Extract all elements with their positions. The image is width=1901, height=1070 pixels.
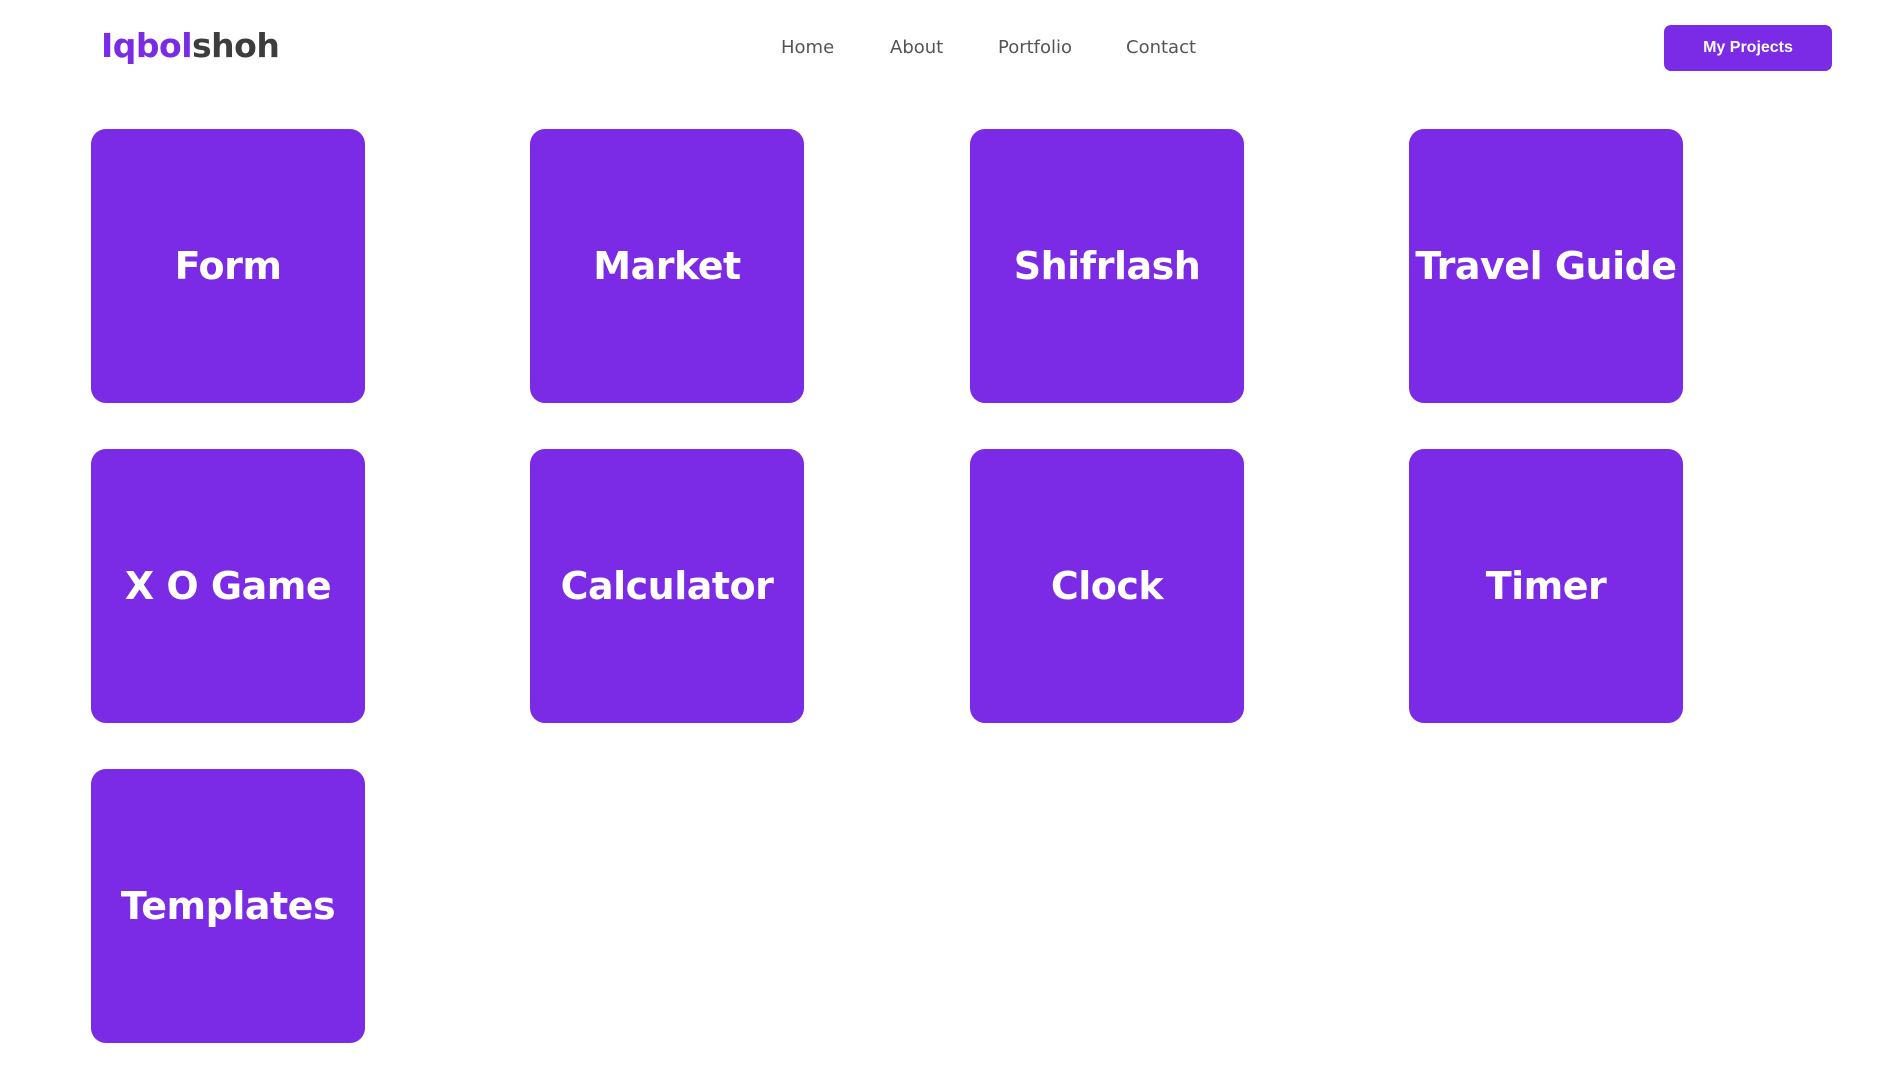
site-header: Iqbolshoh Home About Portfolio Contact M… xyxy=(0,0,1901,96)
project-card-form[interactable]: Form xyxy=(91,129,365,403)
project-card-timer[interactable]: Timer xyxy=(1409,449,1683,723)
project-card-templates[interactable]: Templates xyxy=(91,769,365,1043)
nav-link-portfolio[interactable]: Portfolio xyxy=(998,36,1072,60)
project-card-calculator[interactable]: Calculator xyxy=(530,449,804,723)
project-card-travel-guide[interactable]: Travel Guide xyxy=(1409,129,1683,403)
my-projects-button[interactable]: My Projects xyxy=(1664,25,1832,71)
nav-link-about[interactable]: About xyxy=(890,36,943,60)
project-card-xo-game[interactable]: X O Game xyxy=(91,449,365,723)
nav-link-home[interactable]: Home xyxy=(781,36,834,60)
nav-link-contact[interactable]: Contact xyxy=(1126,36,1196,60)
main-nav: Home About Portfolio Contact xyxy=(0,36,1901,60)
project-card-shifrlash[interactable]: Shifrlash xyxy=(970,129,1244,403)
project-card-clock[interactable]: Clock xyxy=(970,449,1244,723)
project-card-market[interactable]: Market xyxy=(530,129,804,403)
